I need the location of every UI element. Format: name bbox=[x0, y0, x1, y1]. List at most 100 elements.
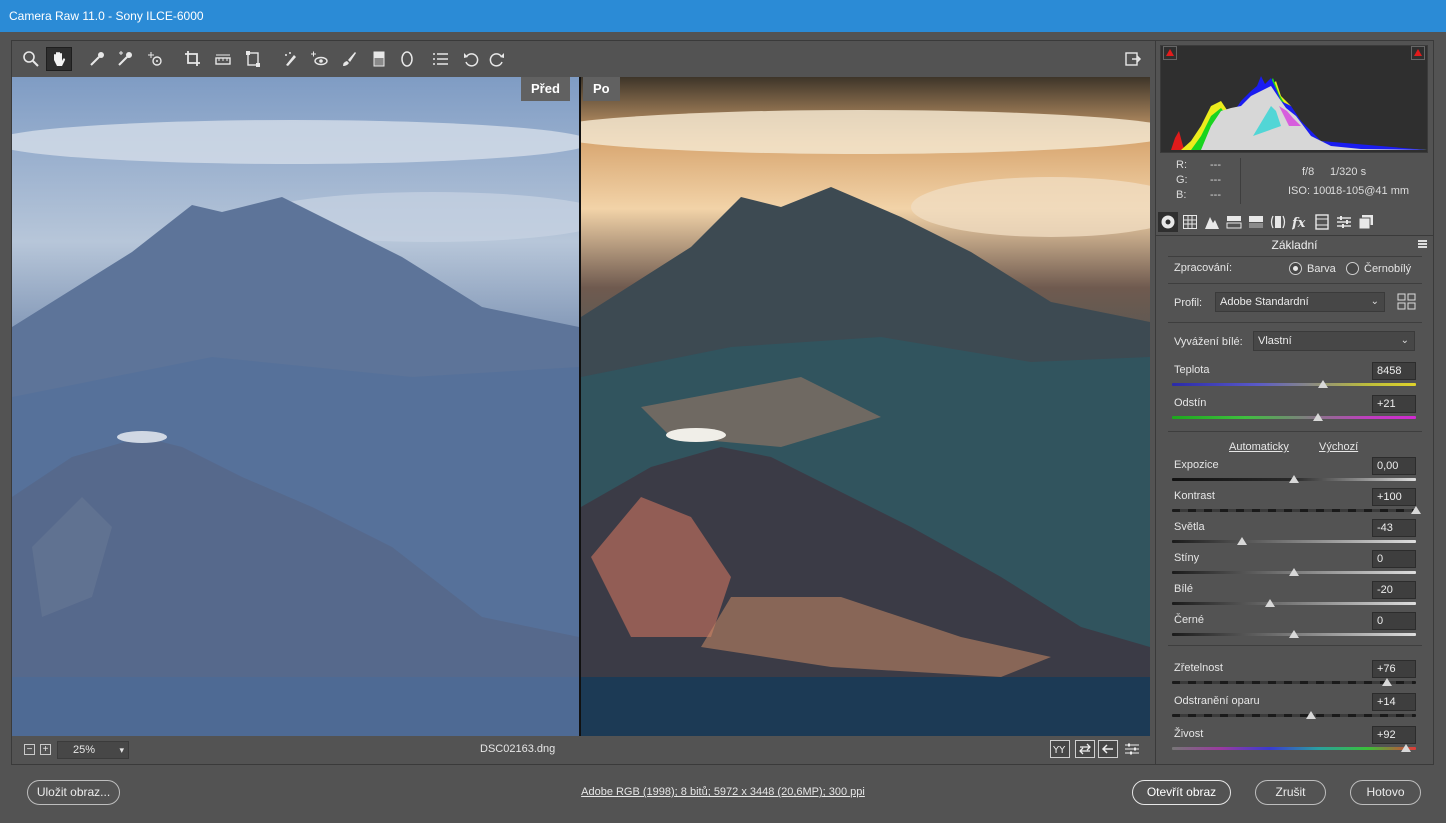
histogram bbox=[1160, 45, 1428, 153]
preview-settings-icon[interactable] bbox=[1122, 740, 1142, 758]
chevron-down-icon: ⌄ bbox=[1400, 335, 1409, 346]
tab-basic-icon[interactable] bbox=[1158, 212, 1178, 232]
tab-lens-corrections-icon[interactable] bbox=[1268, 212, 1288, 232]
treatment-color-radio[interactable] bbox=[1289, 262, 1302, 275]
chevron-down-icon: ⌄ bbox=[1370, 296, 1379, 307]
slider-thumb[interactable] bbox=[1289, 475, 1299, 483]
tab-detail-icon[interactable] bbox=[1202, 212, 1222, 232]
panel-menu-icon[interactable] bbox=[1418, 240, 1427, 248]
dialog-footer: Uložit obraz... Adobe RGB (1998); 8 bitů… bbox=[0, 767, 1446, 823]
slider-value-input[interactable]: 0 bbox=[1372, 612, 1416, 630]
zoom-level: 25% bbox=[73, 744, 96, 756]
rgb-readout: R: G: B: --- --- --- f/8 1/320 s ISO: 10… bbox=[1160, 156, 1428, 208]
done-button[interactable]: Hotovo bbox=[1350, 780, 1421, 805]
tab-presets-icon[interactable] bbox=[1334, 212, 1354, 232]
slider-thumb[interactable] bbox=[1401, 744, 1412, 752]
section-title-text: Základní bbox=[1271, 238, 1318, 252]
treatment-bw-radio[interactable] bbox=[1346, 262, 1359, 275]
color-sampler-tool-icon[interactable] bbox=[112, 47, 138, 71]
slider-track[interactable] bbox=[1172, 416, 1416, 419]
slider-track[interactable] bbox=[1172, 714, 1416, 717]
slider-value-input[interactable]: 0 bbox=[1372, 550, 1416, 568]
crop-tool-icon[interactable] bbox=[180, 47, 206, 71]
cancel-button[interactable]: Zrušit bbox=[1255, 780, 1326, 805]
straighten-tool-icon[interactable] bbox=[210, 47, 236, 71]
slider-bile: Bílé -20 bbox=[1172, 581, 1416, 613]
image-preview[interactable]: Před Po bbox=[12, 77, 1150, 736]
slider-value-input[interactable]: +14 bbox=[1372, 693, 1416, 711]
slider-value-input[interactable]: +100 bbox=[1372, 488, 1416, 506]
slider-zretelnost: Zřetelnost +76 bbox=[1172, 660, 1416, 692]
slider-value-input[interactable]: +92 bbox=[1372, 726, 1416, 744]
default-link[interactable]: Výchozí bbox=[1319, 441, 1358, 453]
slider-value-input[interactable]: +21 bbox=[1372, 395, 1416, 413]
spot-removal-tool-icon[interactable] bbox=[278, 47, 304, 71]
adjustment-brush-icon[interactable] bbox=[336, 47, 362, 71]
slider-value-input[interactable]: +76 bbox=[1372, 660, 1416, 678]
slider-label: Kontrast bbox=[1174, 490, 1215, 502]
slider-thumb[interactable] bbox=[1236, 537, 1247, 545]
zoom-in-button[interactable]: + bbox=[40, 744, 51, 755]
slider-value-input[interactable]: -20 bbox=[1372, 581, 1416, 599]
tab-camera-calibration-icon[interactable] bbox=[1312, 212, 1332, 232]
open-in-photoshop-icon[interactable] bbox=[1120, 47, 1146, 71]
slider-value-input[interactable]: 8458 bbox=[1372, 362, 1416, 380]
slider-svetla: Světla -43 bbox=[1172, 519, 1416, 551]
profile-browser-icon[interactable] bbox=[1397, 293, 1417, 311]
copy-settings-button[interactable] bbox=[1098, 740, 1118, 758]
zoom-select[interactable]: 25% ▾ bbox=[57, 741, 129, 759]
tab-effects-icon[interactable]: fx bbox=[1290, 212, 1310, 232]
slider-thumb[interactable] bbox=[1289, 630, 1299, 638]
graduated-filter-icon[interactable] bbox=[366, 47, 392, 71]
swap-settings-button[interactable] bbox=[1075, 740, 1095, 758]
profile-dropdown[interactable]: Adobe Standardní ⌄ bbox=[1215, 292, 1385, 312]
slider-thumb[interactable] bbox=[1381, 678, 1392, 686]
treatment-bw-label: Černobílý bbox=[1364, 263, 1412, 275]
shadow-clipping-warning-icon[interactable] bbox=[1163, 46, 1177, 60]
window-title: Camera Raw 11.0 - Sony ILCE-6000 bbox=[9, 9, 204, 23]
slider-value-input[interactable]: 0,00 bbox=[1372, 457, 1416, 475]
rotate-left-icon[interactable] bbox=[458, 47, 484, 71]
slider-expozice: Expozice 0,00 bbox=[1172, 457, 1416, 489]
slider-track[interactable] bbox=[1172, 602, 1416, 605]
tab-snapshots-icon[interactable] bbox=[1356, 212, 1376, 232]
rotate-right-icon[interactable] bbox=[484, 47, 510, 71]
zoom-out-button[interactable]: − bbox=[24, 744, 35, 755]
slider-thumb[interactable] bbox=[1411, 506, 1421, 514]
slider-thumb[interactable] bbox=[1318, 380, 1329, 388]
tab-tone-curve-icon[interactable] bbox=[1180, 212, 1200, 232]
before-after-view-button[interactable]: YY bbox=[1050, 740, 1070, 758]
white-balance-tool-icon[interactable] bbox=[84, 47, 110, 71]
slider-thumb[interactable] bbox=[1289, 568, 1299, 576]
radial-filter-icon[interactable] bbox=[394, 47, 420, 71]
separator bbox=[1168, 645, 1422, 646]
tab-hsl-icon[interactable] bbox=[1224, 212, 1244, 232]
transform-tool-icon[interactable] bbox=[240, 47, 266, 71]
slider-track[interactable] bbox=[1172, 509, 1416, 512]
slider-track[interactable] bbox=[1172, 747, 1416, 750]
slider-value-input[interactable]: -43 bbox=[1372, 519, 1416, 537]
tab-split-toning-icon[interactable] bbox=[1246, 212, 1266, 232]
before-label: Před bbox=[521, 77, 570, 101]
zoom-tool-icon[interactable] bbox=[18, 47, 44, 71]
slider-thumb[interactable] bbox=[1264, 599, 1275, 607]
slider-track[interactable] bbox=[1172, 540, 1416, 543]
targeted-adjustment-tool-icon[interactable] bbox=[142, 47, 168, 71]
white-balance-dropdown[interactable]: Vlastní ⌄ bbox=[1253, 331, 1415, 351]
slider-label: Zřetelnost bbox=[1174, 662, 1223, 674]
open-image-button[interactable]: Otevřít obraz bbox=[1132, 780, 1231, 805]
compare-divider bbox=[579, 77, 581, 736]
slider-track[interactable] bbox=[1172, 681, 1416, 684]
hand-tool-icon[interactable] bbox=[46, 47, 72, 71]
red-eye-removal-tool-icon[interactable] bbox=[306, 47, 332, 71]
auto-link[interactable]: Automaticky bbox=[1229, 441, 1289, 453]
slider-thumb[interactable] bbox=[1306, 711, 1317, 719]
slider-track[interactable] bbox=[1172, 383, 1416, 386]
highlight-clipping-warning-icon[interactable] bbox=[1411, 46, 1425, 60]
slider-thumb[interactable] bbox=[1313, 413, 1324, 421]
slider-label: Živost bbox=[1174, 728, 1204, 740]
separator bbox=[1168, 283, 1422, 284]
file-name: DSC02163.dng bbox=[480, 743, 556, 755]
preferences-list-icon[interactable] bbox=[428, 47, 454, 71]
after-label: Po bbox=[583, 77, 620, 101]
